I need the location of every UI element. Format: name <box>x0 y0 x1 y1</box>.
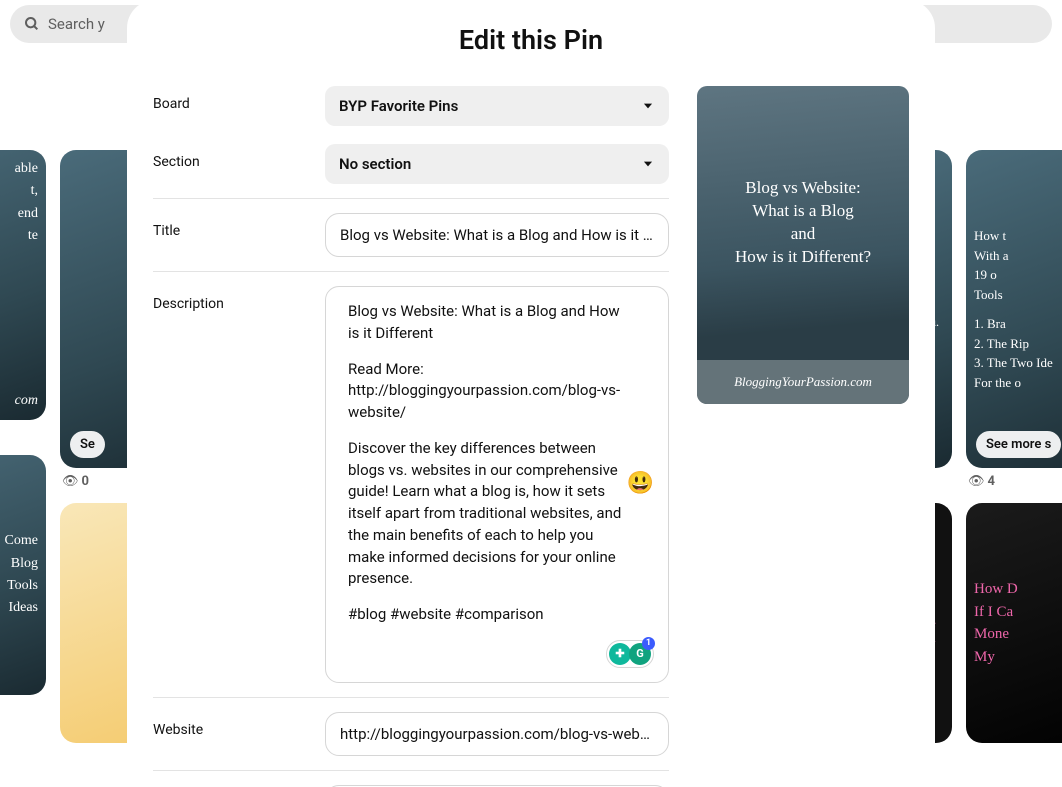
background-pin: How D If I Ca Mone My <box>966 503 1062 743</box>
pin-preview: Blog vs Website: What is a Blog and How … <box>697 86 909 787</box>
grammarly-icon: ✚ <box>609 643 631 665</box>
description-textarea[interactable]: Blog vs Website: What is a Blog and How … <box>325 286 669 683</box>
emoji-picker-button[interactable]: 😃 <box>627 468 654 500</box>
title-label: Title <box>153 213 325 239</box>
edit-pin-modal: Edit this Pin Board BYP Favorite Pins Se… <box>127 0 935 787</box>
pin-preview-image: Blog vs Website: What is a Blog and How … <box>697 86 909 404</box>
chevron-down-icon <box>641 157 655 171</box>
pin-stats: ↗ 0 <box>0 420 46 441</box>
background-pin: able t, end te com <box>0 150 46 420</box>
section-select[interactable]: No section <box>325 144 669 184</box>
board-select[interactable]: BYP Favorite Pins <box>325 86 669 126</box>
edit-form: Board BYP Favorite Pins Section No secti… <box>153 86 669 787</box>
website-label: Website <box>153 712 325 738</box>
search-placeholder: Search y <box>48 15 105 33</box>
title-input[interactable] <box>325 213 669 257</box>
modal-title: Edit this Pin <box>153 24 909 56</box>
chevron-down-icon <box>641 99 655 113</box>
board-label: Board <box>153 86 325 112</box>
grammarly-icon: G 1 <box>629 643 651 665</box>
pin-preview-footer: BloggingYourPassion.com <box>697 360 909 404</box>
board-select-value: BYP Favorite Pins <box>339 97 458 115</box>
search-icon <box>24 16 40 32</box>
section-select-value: No section <box>339 155 411 173</box>
background-pin: Come Blog Tools Ideas <box>0 455 46 695</box>
section-label: Section <box>153 144 325 170</box>
website-input[interactable] <box>325 712 669 756</box>
pin-stats: 👁 4 <box>966 468 1062 489</box>
background-pin[interactable]: How t With a 19 o Tools 1. Bra 2. The Ri… <box>966 150 1062 468</box>
see-more-button[interactable]: See more s <box>976 431 1061 458</box>
grammarly-widget[interactable]: ✚ G 1 <box>606 640 654 668</box>
see-more-button[interactable]: Se <box>70 431 105 458</box>
grammarly-badge: 1 <box>642 637 655 650</box>
description-label: Description <box>153 286 325 312</box>
